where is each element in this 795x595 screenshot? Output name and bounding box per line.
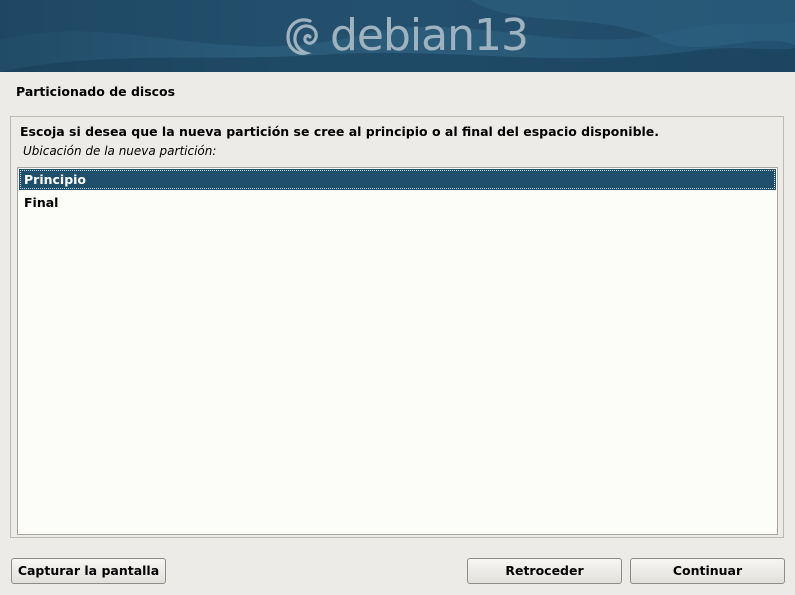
question-text: Escoja si desea que la nueva partición s… (20, 124, 660, 139)
back-button[interactable]: Retroceder (467, 558, 622, 584)
debian-logo-text: debian13 (330, 10, 529, 61)
debian-banner: debian13 (0, 0, 795, 72)
list-item-final[interactable]: Final (19, 192, 776, 213)
list-item-principio[interactable]: Principio (19, 169, 776, 190)
continue-button[interactable]: Continuar (630, 558, 785, 584)
debian-swirl-icon (286, 18, 318, 55)
screenshot-button[interactable]: Capturar la pantalla (11, 558, 166, 584)
main-panel: Escoja si desea que la nueva partición s… (10, 116, 784, 538)
list-prompt: Ubicación de la nueva partición: (23, 144, 217, 158)
page-title: Particionado de discos (16, 84, 176, 99)
debian-logo: debian13 (284, 10, 529, 62)
partition-location-list[interactable]: Principio Final (17, 167, 778, 535)
